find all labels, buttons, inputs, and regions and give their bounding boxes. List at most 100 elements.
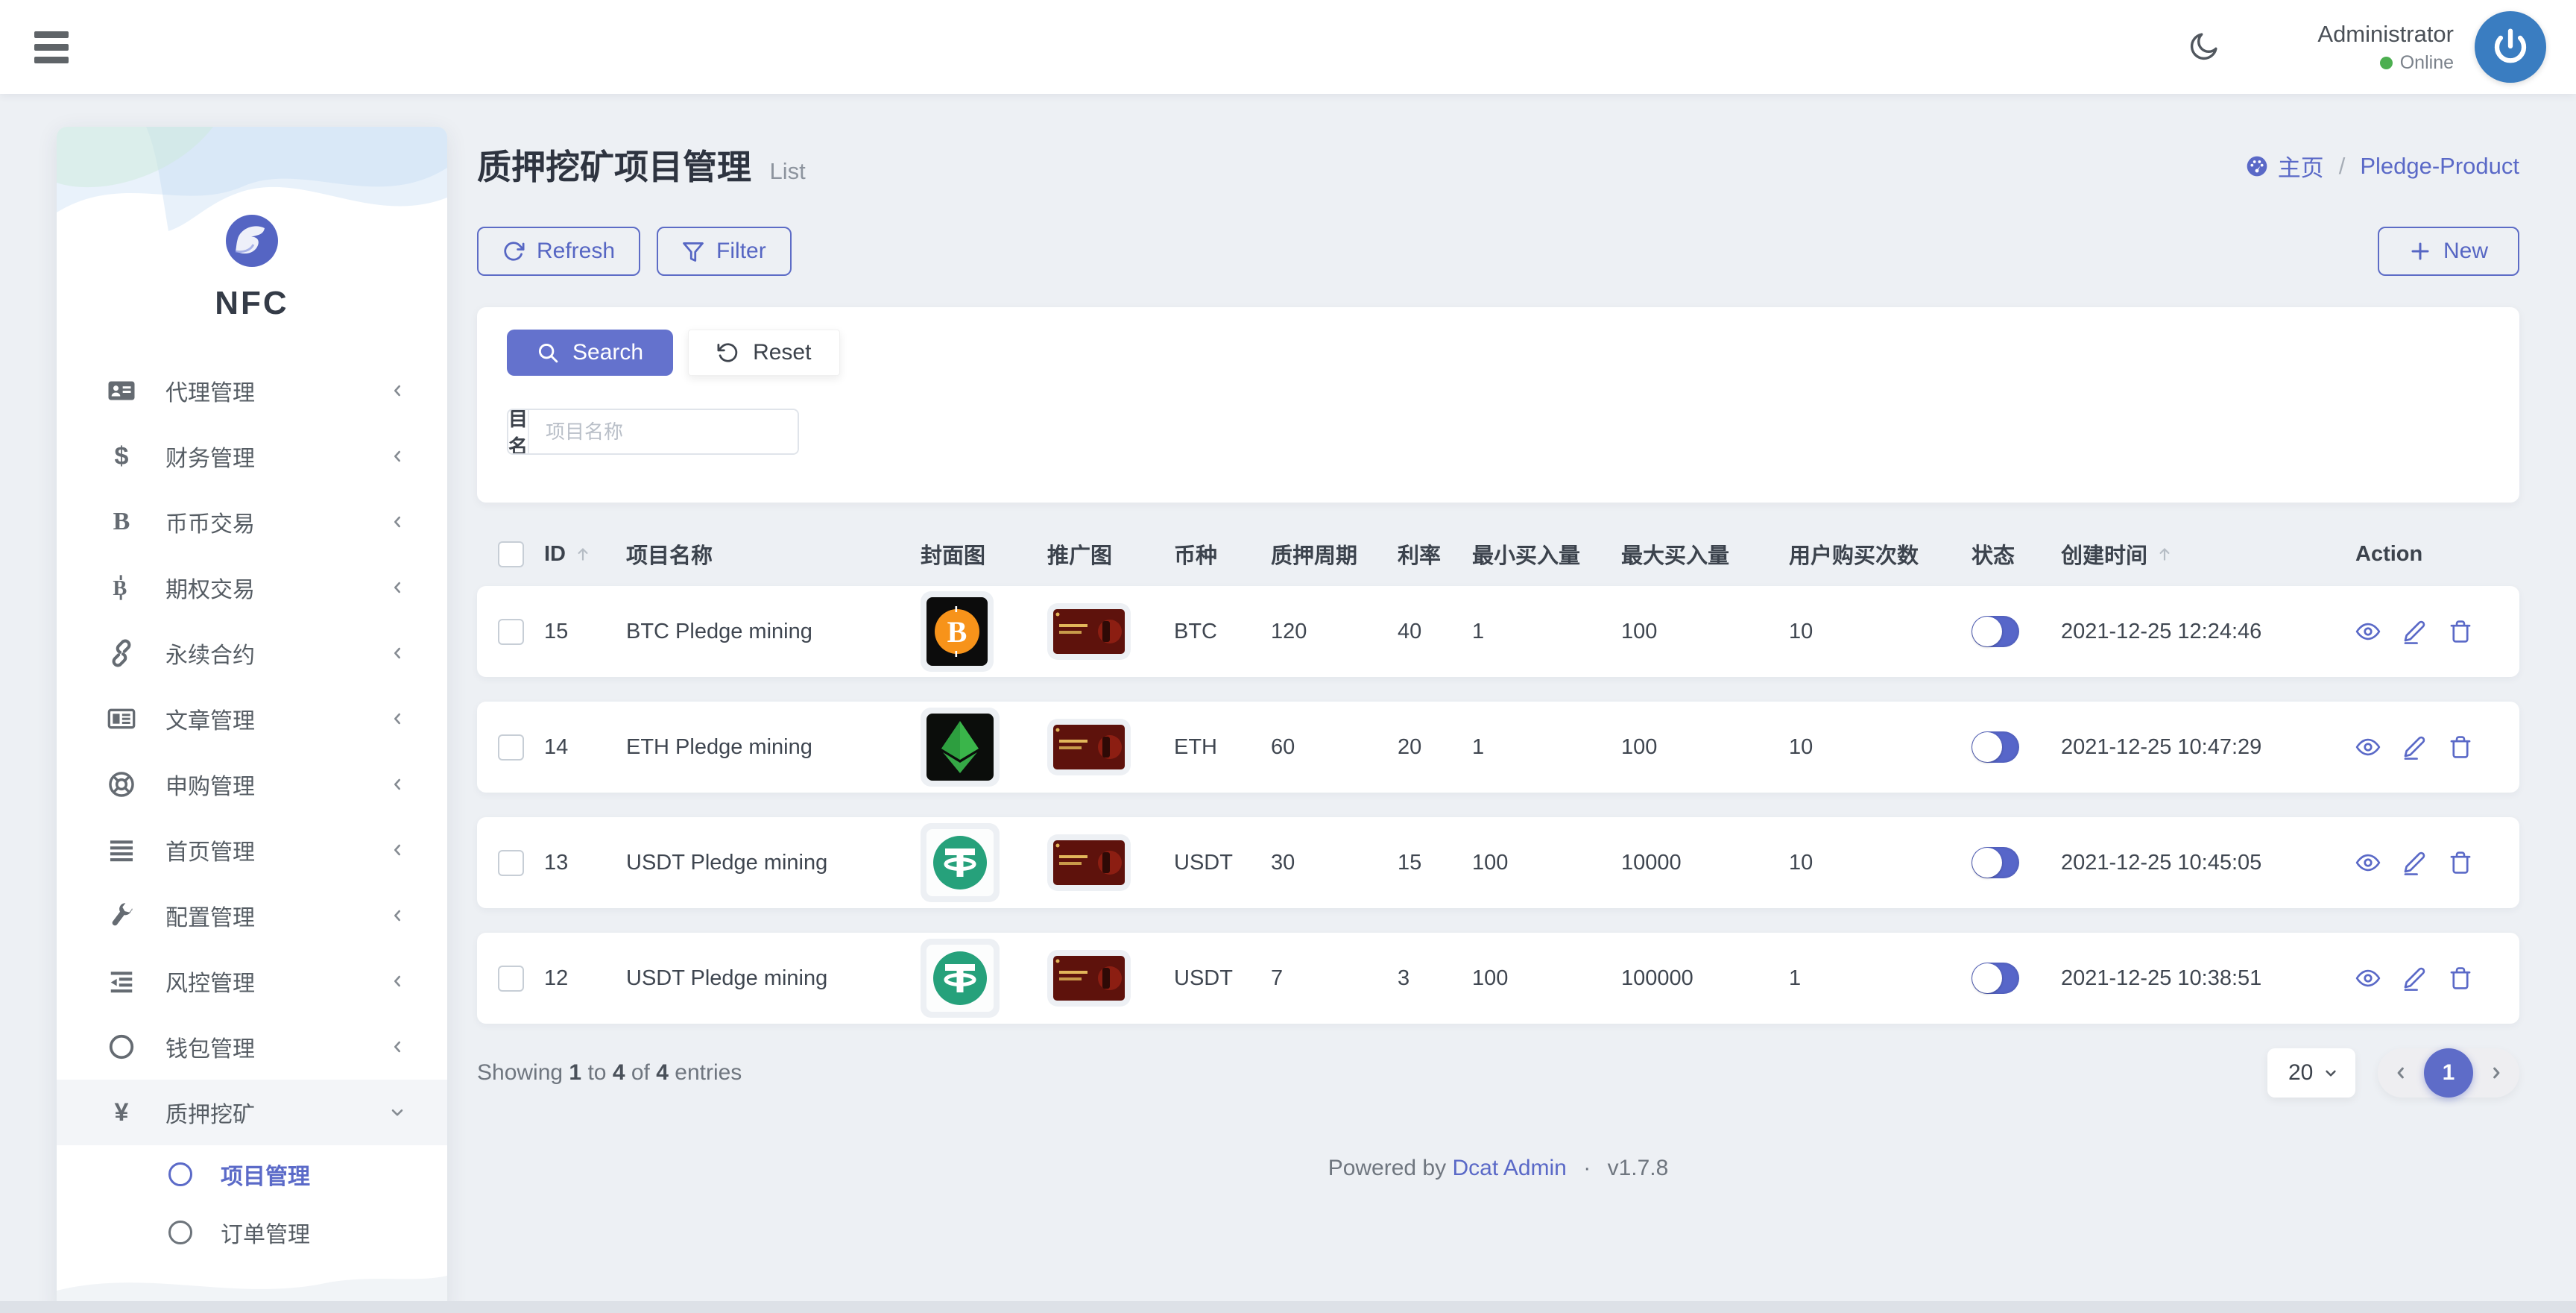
header-min-buy: 最小买入量	[1472, 544, 1581, 568]
power-icon	[2490, 27, 2531, 67]
cell-rate: 15	[1398, 850, 1422, 875]
sidebar-item-finance[interactable]: $ 财务管理	[57, 424, 447, 489]
table-footer: Showing 1 to 4 of 4 entries 20 1	[477, 1048, 2519, 1098]
header-status: 状态	[1972, 544, 2015, 568]
eth-coin-image[interactable]	[921, 708, 1000, 787]
delete-button[interactable]	[2448, 850, 2473, 875]
promo-banner-image[interactable]	[1047, 834, 1131, 891]
current-page-button[interactable]: 1	[2424, 1048, 2473, 1098]
breadcrumb-home-link[interactable]: 主页	[2245, 149, 2324, 183]
chevron-down-icon	[388, 1103, 407, 1122]
sort-arrow-up-icon	[2155, 544, 2174, 564]
status-toggle[interactable]	[1972, 847, 2019, 878]
promo-banner-image[interactable]	[1047, 950, 1131, 1007]
view-button[interactable]	[2355, 619, 2381, 644]
cell-id: 12	[544, 966, 569, 990]
avatar[interactable]	[2475, 11, 2546, 83]
row-checkbox[interactable]	[498, 618, 524, 645]
header-project-name: 项目名称	[626, 544, 713, 568]
sidebar-item-articles[interactable]: 文章管理	[57, 686, 447, 752]
wrench-icon	[104, 901, 139, 930]
brand-name: NFC	[215, 285, 289, 321]
status-toggle[interactable]	[1972, 616, 2019, 647]
header-max-buy: 最大买入量	[1621, 544, 1730, 568]
edit-button[interactable]	[2402, 734, 2427, 760]
delete-button[interactable]	[2448, 966, 2473, 991]
circle-icon	[168, 1162, 192, 1186]
cell-project-name: ETH Pledge mining	[626, 734, 812, 759]
new-button[interactable]: New	[2377, 227, 2519, 276]
sidebar-item-agents[interactable]: 代理管理	[57, 358, 447, 424]
row-checkbox[interactable]	[498, 965, 524, 992]
sidebar-item-wallet[interactable]: 钱包管理	[57, 1014, 447, 1080]
table-row: 14 ETH Pledge mining ETH 60 20 1 100 10 …	[477, 702, 2519, 793]
promo-banner-image[interactable]	[1047, 719, 1131, 775]
cell-rate: 40	[1398, 619, 1422, 643]
chevron-left-icon	[388, 972, 407, 991]
reset-button[interactable]: Reset	[688, 330, 841, 376]
promo-banner-image[interactable]	[1047, 603, 1131, 660]
cell-min-buy: 100	[1472, 850, 1509, 875]
row-checkbox[interactable]	[498, 734, 524, 761]
view-button[interactable]	[2355, 734, 2381, 760]
header-rate: 利率	[1398, 544, 1442, 568]
sidebar-item-subscription[interactable]: 申购管理	[57, 752, 447, 817]
circle-icon	[104, 1033, 139, 1061]
cell-min-buy: 1	[1472, 619, 1485, 643]
chevron-left-icon	[388, 775, 407, 794]
delete-button[interactable]	[2448, 619, 2473, 644]
sidebar-item-pledge-mining[interactable]: ¥ 质押挖矿	[57, 1080, 447, 1145]
cell-max-buy: 10000	[1621, 850, 1682, 875]
delete-button[interactable]	[2448, 734, 2473, 760]
sidebar-item-perpetual[interactable]: 永续合约	[57, 620, 447, 686]
dcat-admin-link[interactable]: Dcat Admin	[1452, 1156, 1566, 1180]
refresh-button[interactable]: Refresh	[477, 227, 641, 276]
table-row: 13 USDT Pledge mining USDT 30 15 100 100…	[477, 817, 2519, 908]
sidebar-subitem-orders[interactable]: 订单管理	[57, 1203, 447, 1262]
view-button[interactable]	[2355, 850, 2381, 875]
search-button[interactable]: Search	[507, 330, 674, 376]
header-id[interactable]: ID	[544, 542, 626, 567]
sidebar-item-homepage[interactable]: 首页管理	[57, 817, 447, 883]
sidebar-subitem-projects[interactable]: 项目管理	[57, 1145, 447, 1203]
cell-min-buy: 1	[1472, 734, 1485, 759]
cell-project-name: USDT Pledge mining	[626, 966, 828, 990]
filter-button[interactable]: Filter	[657, 227, 792, 276]
chevron-down-icon	[2321, 1063, 2340, 1083]
row-checkbox[interactable]	[498, 849, 524, 876]
cell-id: 14	[544, 734, 569, 759]
page-size-select[interactable]: 20	[2267, 1048, 2355, 1098]
breadcrumb-current[interactable]: Pledge-Product	[2360, 153, 2519, 180]
indent-icon	[104, 967, 139, 995]
user-block[interactable]: Administrator Online	[2317, 21, 2454, 74]
usdt-coin-image[interactable]	[921, 939, 1000, 1018]
usdt-coin-image[interactable]	[921, 823, 1000, 902]
cell-period: 120	[1271, 619, 1307, 643]
project-name-input[interactable]	[529, 410, 798, 453]
select-all-checkbox[interactable]	[498, 541, 524, 567]
sidebar-item-config[interactable]: 配置管理	[57, 883, 447, 948]
prev-page-button[interactable]	[2378, 1062, 2424, 1083]
view-button[interactable]	[2355, 966, 2381, 991]
cell-max-buy: 100	[1621, 734, 1658, 759]
cell-created-at: 2021-12-25 10:38:51	[2061, 966, 2262, 990]
edit-button[interactable]	[2402, 619, 2427, 644]
edit-button[interactable]	[2402, 966, 2427, 991]
status-toggle[interactable]	[1972, 731, 2019, 763]
sidebar-item-spot-trade[interactable]: B 币币交易	[57, 489, 447, 555]
topbar: Administrator Online	[0, 0, 2576, 94]
menu-toggle-button[interactable]	[34, 25, 69, 69]
next-page-button[interactable]	[2473, 1062, 2519, 1083]
edit-button[interactable]	[2402, 850, 2427, 875]
btc-coin-image[interactable]: B	[921, 591, 994, 672]
sidebar-item-risk[interactable]: 风控管理	[57, 948, 447, 1014]
online-status-dot	[2379, 56, 2393, 69]
status-toggle[interactable]	[1972, 963, 2019, 994]
chevron-left-icon	[388, 512, 407, 532]
search-icon	[537, 341, 559, 364]
header-created-at[interactable]: 创建时间	[2061, 538, 2355, 570]
sidebar-item-options-trade[interactable]: B 期权交易	[57, 555, 447, 620]
dark-mode-toggle[interactable]	[2186, 30, 2220, 64]
page-title-wrap: 质押挖矿项目管理 List	[477, 140, 806, 189]
align-justify-icon	[104, 836, 139, 864]
